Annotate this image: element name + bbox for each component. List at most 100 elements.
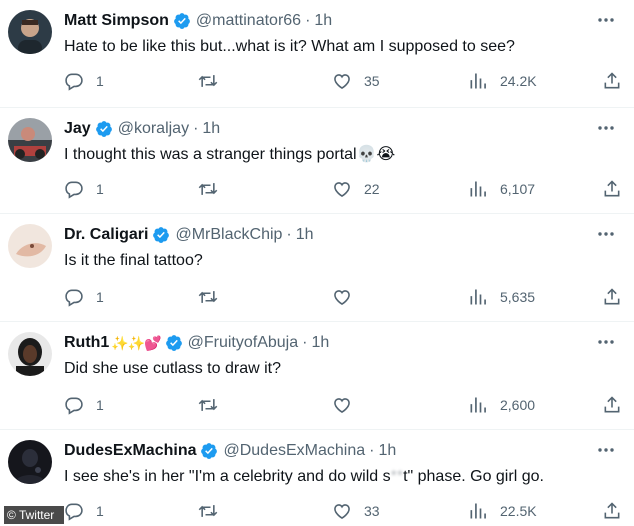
tweet-actions: 1 35 24.2K xyxy=(64,70,620,92)
share-icon xyxy=(604,502,620,519)
tweet-text-start: I see she's in her "I'm a celebrity and … xyxy=(64,468,391,485)
retweet-button[interactable] xyxy=(198,286,230,308)
verified-badge-icon xyxy=(201,443,218,459)
reply-count: 1 xyxy=(96,73,104,89)
tweet-text-content: I thought this was a stranger things por… xyxy=(64,146,357,163)
views-button[interactable]: 5,635 xyxy=(468,286,535,308)
verified-badge-icon xyxy=(153,227,170,243)
retweet-button[interactable] xyxy=(198,178,230,200)
retweet-icon xyxy=(198,291,218,303)
avatar[interactable] xyxy=(8,332,52,376)
separator-dot: · xyxy=(302,334,308,351)
verified-badge-icon xyxy=(174,13,190,29)
views-icon xyxy=(470,397,486,413)
author-handle[interactable]: @DudesExMachina xyxy=(223,442,365,460)
reply-count: 1 xyxy=(96,397,104,413)
avatar[interactable] xyxy=(8,440,52,484)
retweet-icon xyxy=(198,399,218,411)
verified-badge-icon xyxy=(165,335,182,351)
tweet[interactable]: Dr. Caligari @MrBlackChip · 1h Is it the… xyxy=(0,214,634,322)
reply-button[interactable]: 1 xyxy=(64,70,104,92)
author-handle[interactable]: @MrBlackChip xyxy=(175,226,282,244)
tweet-text: I see she's in her "I'm a celebrity and … xyxy=(64,466,622,488)
tweet[interactable]: Matt Simpson @mattinator66 · 1h Hate to … xyxy=(0,0,634,108)
like-button[interactable] xyxy=(332,286,364,308)
like-count: 35 xyxy=(364,73,380,89)
timestamp[interactable]: 1h xyxy=(314,12,332,30)
author-handle[interactable]: @FruityofAbuja xyxy=(188,334,299,352)
tweet[interactable]: Jay @koraljay · 1h I thought this was a … xyxy=(0,108,634,214)
share-button[interactable] xyxy=(602,394,622,416)
author-name[interactable]: Jay xyxy=(64,120,91,138)
share-button[interactable] xyxy=(602,70,622,92)
share-icon xyxy=(604,72,620,89)
reply-count: 1 xyxy=(96,181,104,197)
avatar[interactable] xyxy=(8,224,52,268)
tweet-actions: 1 5,635 xyxy=(64,286,620,308)
tweet[interactable]: Ruth1 ✨✨💕 @FruityofAbuja · 1h Did she us… xyxy=(0,322,634,430)
views-count: 6,107 xyxy=(500,181,536,197)
reply-button[interactable]: 1 xyxy=(64,286,104,308)
timestamp[interactable]: 1h xyxy=(202,120,220,138)
share-button[interactable] xyxy=(602,286,622,308)
more-icon[interactable] xyxy=(596,13,616,27)
more-icon[interactable] xyxy=(596,443,616,457)
like-button[interactable]: 35 xyxy=(332,70,380,92)
source-watermark: © Twitter xyxy=(4,506,64,524)
author-handle[interactable]: @koraljay xyxy=(118,120,189,138)
timestamp[interactable]: 1h xyxy=(311,334,329,352)
timestamp[interactable]: 1h xyxy=(296,226,314,244)
tweet-text: I thought this was a stranger things por… xyxy=(64,144,622,166)
views-icon xyxy=(470,73,486,89)
like-button[interactable] xyxy=(332,394,364,416)
tweet-actions: 1 33 22.5K xyxy=(64,500,620,522)
separator-dot: · xyxy=(193,120,199,137)
timestamp[interactable]: 1h xyxy=(378,442,396,460)
views-button[interactable]: 6,107 xyxy=(468,178,535,200)
heart-icon xyxy=(334,504,350,520)
tweet[interactable]: DudesExMachina @DudesExMachina · 1h I se… xyxy=(0,430,634,526)
reply-icon xyxy=(65,181,83,199)
views-icon xyxy=(470,289,486,305)
views-button[interactable]: 24.2K xyxy=(468,70,537,92)
separator-dot: · xyxy=(305,12,311,29)
author-name[interactable]: Dr. Caligari xyxy=(64,226,148,244)
reply-button[interactable]: 1 xyxy=(64,500,104,522)
heart-icon xyxy=(334,398,350,414)
views-icon xyxy=(470,181,486,197)
retweet-button[interactable] xyxy=(198,500,230,522)
like-count: 22 xyxy=(364,181,380,197)
share-button[interactable] xyxy=(602,178,622,200)
author-name[interactable]: DudesExMachina xyxy=(64,442,196,460)
reply-button[interactable]: 1 xyxy=(64,178,104,200)
sparkles-heart-emoji: ✨✨💕 xyxy=(111,334,161,351)
author-name[interactable]: Ruth1 xyxy=(64,334,109,352)
like-count: 33 xyxy=(364,503,380,519)
like-button[interactable]: 33 xyxy=(332,500,380,522)
views-button[interactable]: 2,600 xyxy=(468,394,535,416)
tweet-text: Hate to be like this but...what is it? W… xyxy=(64,38,515,55)
heart-icon xyxy=(334,182,350,198)
avatar[interactable] xyxy=(8,10,52,54)
censored-text: ** xyxy=(390,468,404,485)
views-count: 22.5K xyxy=(500,503,537,519)
views-button[interactable]: 22.5K xyxy=(468,500,537,522)
more-icon[interactable] xyxy=(596,227,616,241)
author-handle[interactable]: @mattinator66 xyxy=(196,12,301,30)
reply-button[interactable]: 1 xyxy=(64,394,104,416)
more-icon[interactable] xyxy=(596,335,616,349)
share-icon xyxy=(604,180,620,197)
avatar[interactable] xyxy=(8,118,52,162)
retweet-button[interactable] xyxy=(198,70,230,92)
like-button[interactable]: 22 xyxy=(332,178,380,200)
views-icon xyxy=(470,503,486,519)
reply-icon xyxy=(65,503,83,521)
reply-icon xyxy=(65,397,83,415)
views-count: 2,600 xyxy=(500,397,536,413)
retweet-button[interactable] xyxy=(198,394,230,416)
reply-icon xyxy=(65,289,83,307)
more-icon[interactable] xyxy=(596,121,616,135)
author-name[interactable]: Matt Simpson xyxy=(64,12,169,30)
views-count: 5,635 xyxy=(500,289,536,305)
share-button[interactable] xyxy=(602,500,622,522)
